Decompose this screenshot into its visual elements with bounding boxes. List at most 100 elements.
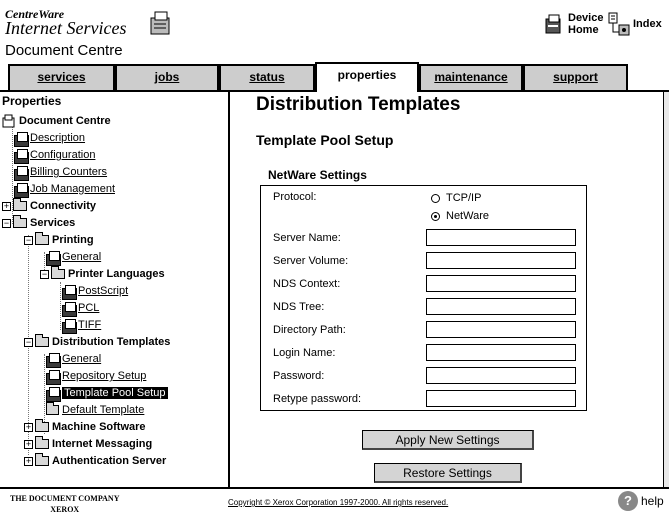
page-icon [46, 369, 61, 385]
tab-services[interactable]: services [8, 64, 115, 90]
tree-item-label[interactable]: Job Management [30, 183, 115, 195]
password-field[interactable] [426, 367, 576, 384]
tree-item-default-template[interactable]: Default Template [46, 402, 144, 418]
page-icon [14, 165, 29, 181]
tree-item-pcl[interactable]: PCL [62, 300, 99, 317]
tree-item-services[interactable]: − Services [2, 215, 75, 231]
tab-support-label[interactable]: support [553, 70, 598, 84]
tree-item-label[interactable]: PostScript [78, 285, 128, 297]
collapse-minus-icon[interactable]: − [40, 269, 49, 279]
page-icon [14, 131, 29, 147]
tab-properties[interactable]: properties [315, 62, 419, 92]
expand-plus-icon[interactable]: + [2, 201, 11, 211]
tree-item-machine-software[interactable]: + Machine Software [24, 419, 146, 435]
tree-item-configuration[interactable]: Configuration [14, 147, 95, 164]
radio-tcpip-label: TCP/IP [446, 192, 482, 204]
tree-item-label: Printing [52, 234, 94, 246]
tree-item-dist-general[interactable]: General [46, 351, 101, 368]
tree-item-postscript[interactable]: PostScript [62, 283, 128, 300]
tab-status[interactable]: status [219, 64, 315, 90]
retype-password-field[interactable] [426, 390, 576, 407]
brand-line2: Internet Services [5, 18, 127, 38]
device-home-link[interactable]: Device Home [544, 12, 608, 36]
tree-item-template-pool-setup[interactable]: Template Pool Setup [46, 385, 168, 402]
company-line2: XEROX [50, 505, 80, 514]
tree-item-label[interactable]: Default Template [62, 404, 144, 416]
collapse-minus-icon[interactable]: − [24, 337, 33, 347]
content-pane: Distribution Templates Template Pool Set… [232, 92, 669, 487]
footer: THE DOCUMENT COMPANY XEROX Copyright © X… [0, 487, 669, 514]
tree-item-connectivity[interactable]: + Connectivity [2, 198, 96, 214]
tab-services-label[interactable]: services [37, 70, 85, 84]
tree-item-label: Machine Software [52, 421, 146, 433]
login-name-field[interactable] [426, 344, 576, 361]
radio-netware[interactable] [431, 211, 440, 221]
apply-new-settings-button[interactable]: Apply New Settings [362, 430, 534, 450]
tree-item-printing-general[interactable]: General [46, 249, 101, 266]
tree-item-internet-messaging[interactable]: + Internet Messaging [24, 436, 152, 452]
template-icon [46, 402, 59, 415]
tab-maintenance-label[interactable]: maintenance [434, 70, 507, 84]
expand-plus-icon[interactable]: + [24, 439, 33, 449]
nds-context-field[interactable] [426, 275, 576, 292]
tree-connector [60, 282, 61, 330]
vertical-scrollbar[interactable] [663, 92, 669, 487]
tree-item-label[interactable]: Template Pool Setup [62, 387, 168, 399]
collapse-minus-icon[interactable]: − [24, 235, 33, 245]
tab-support[interactable]: support [523, 64, 628, 90]
tab-maintenance[interactable]: maintenance [419, 64, 523, 90]
page-icon [14, 148, 29, 164]
tree-item-label[interactable]: General [62, 251, 101, 263]
protocol-option-netware[interactable]: NetWare [431, 210, 489, 222]
tree-item-billing-counters[interactable]: Billing Counters [14, 164, 107, 181]
server-name-field[interactable] [426, 229, 576, 246]
page-icon [14, 182, 29, 198]
tab-status-label[interactable]: status [249, 70, 284, 84]
tree-item-description[interactable]: Description [14, 130, 85, 147]
retype-password-label: Retype password: [273, 393, 362, 405]
folder-icon [35, 232, 49, 245]
help-link[interactable]: ? help [618, 491, 664, 511]
tree-item-label: Authentication Server [52, 455, 167, 467]
tree-item-distribution-templates[interactable]: − Distribution Templates [24, 334, 170, 350]
tree-item-repository-setup[interactable]: Repository Setup [46, 368, 146, 385]
tree-item-label: Internet Messaging [52, 438, 153, 450]
index-link[interactable]: Index [608, 12, 662, 36]
tree-item-job-management[interactable]: Job Management [14, 181, 115, 198]
copyright-link[interactable]: Copyright © Xerox Corporation 1997-2000.… [228, 498, 448, 507]
radio-tcpip[interactable] [431, 193, 440, 203]
tree-item-label[interactable]: Billing Counters [30, 166, 107, 178]
tree-root[interactable]: Document Centre [2, 113, 111, 129]
expand-plus-icon[interactable]: + [24, 456, 33, 466]
header: CentreWare Internet Services Document Ce… [0, 0, 669, 92]
tab-jobs-label[interactable]: jobs [155, 70, 180, 84]
tree-item-label: Printer Languages [68, 268, 165, 280]
tree-item-authentication-server[interactable]: + Authentication Server [24, 453, 166, 469]
server-volume-field[interactable] [426, 252, 576, 269]
tree-item-label[interactable]: Description [30, 132, 85, 144]
tree-item-label[interactable]: PCL [78, 302, 99, 314]
tree-item-label: Connectivity [30, 200, 97, 212]
page-icon [46, 386, 61, 402]
tree-item-label[interactable]: Repository Setup [62, 370, 146, 382]
tab-jobs[interactable]: jobs [115, 64, 219, 90]
directory-path-field[interactable] [426, 321, 576, 338]
page-subtitle: Template Pool Setup [256, 132, 394, 148]
company-logo: THE DOCUMENT COMPANY XEROX [10, 493, 119, 515]
tree-item-printing[interactable]: − Printing [24, 232, 94, 248]
device-tree-icon [2, 114, 15, 128]
protocol-label: Protocol: [273, 191, 317, 203]
tree-item-printer-languages[interactable]: − Printer Languages [40, 266, 165, 282]
index-icon [608, 12, 630, 36]
tree-item-label[interactable]: TIFF [78, 319, 101, 331]
tree-item-label[interactable]: General [62, 353, 101, 365]
protocol-option-tcpip[interactable]: TCP/IP [431, 192, 481, 204]
tree-item-label[interactable]: Configuration [30, 149, 95, 161]
restore-settings-button[interactable]: Restore Settings [374, 463, 522, 483]
tree-item-tiff[interactable]: TIFF [62, 317, 101, 334]
collapse-minus-icon[interactable]: − [2, 218, 11, 228]
printer-logo-icon [150, 11, 170, 35]
folder-icon [35, 334, 49, 347]
nds-tree-field[interactable] [426, 298, 576, 315]
expand-plus-icon[interactable]: + [24, 422, 33, 432]
